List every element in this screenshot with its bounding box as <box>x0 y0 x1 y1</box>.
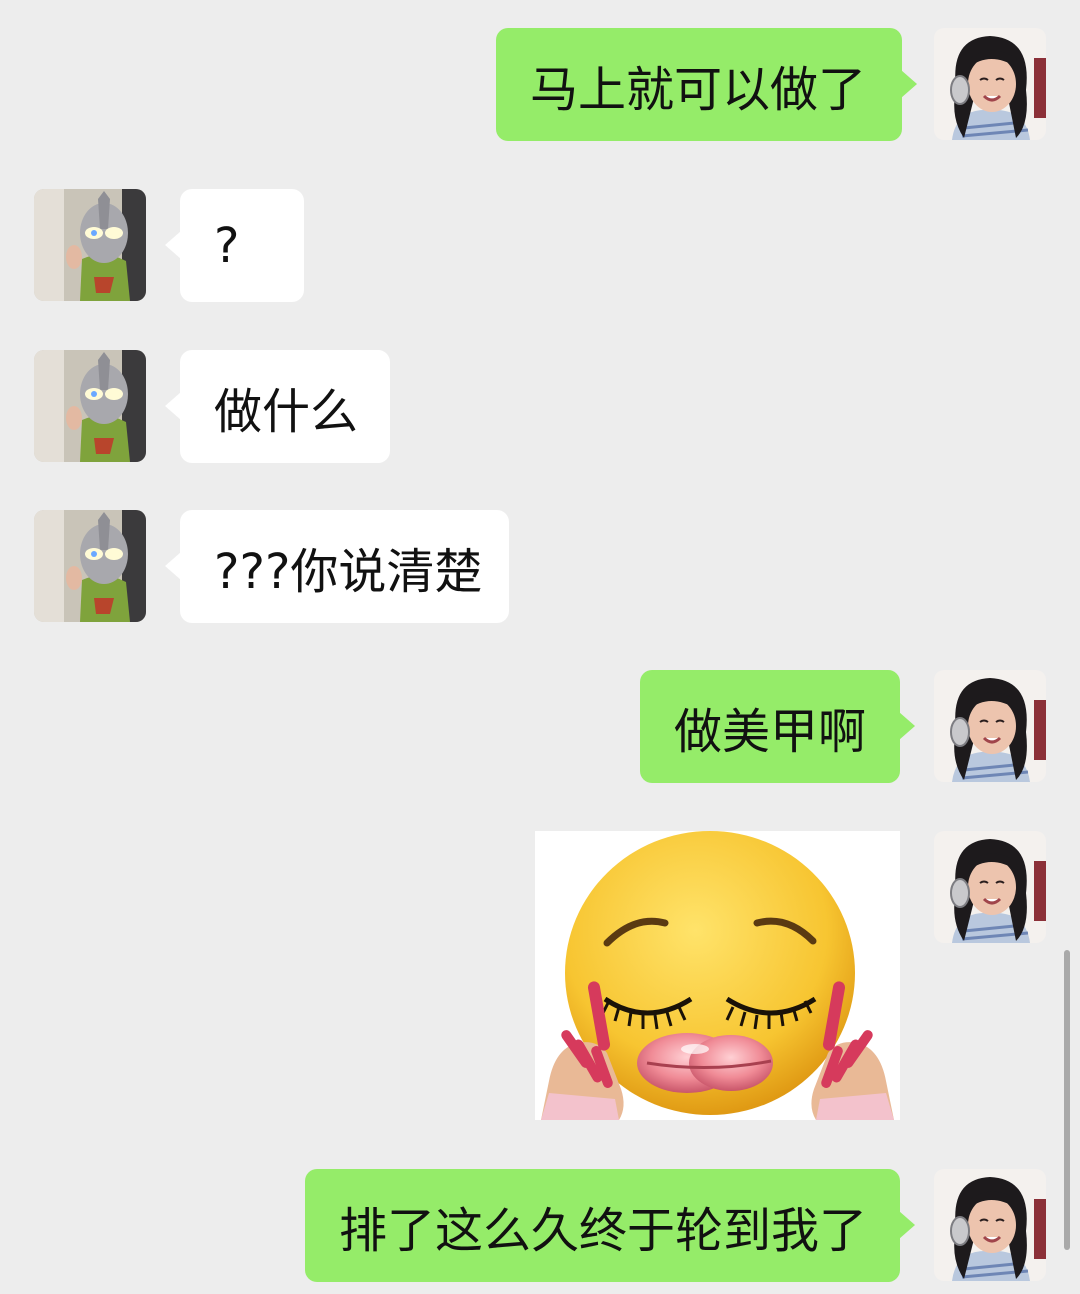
my-avatar-icon[interactable] <box>934 670 1046 782</box>
message-text: 马上就可以做了 <box>530 61 867 118</box>
contact-avatar-icon[interactable] <box>34 189 146 301</box>
contact-message-bubble[interactable]: ???你说清楚 <box>165 510 509 623</box>
my-avatar-icon[interactable] <box>934 1169 1046 1281</box>
pleading-lips-nails-face-sticker-icon[interactable] <box>535 831 900 1120</box>
my-message-bubble[interactable]: 排了这么久终于轮到我了 <box>305 1169 915 1282</box>
contact-avatar-icon[interactable] <box>34 350 146 462</box>
scrollbar[interactable] <box>1064 950 1070 1250</box>
message-text: 做美甲啊 <box>674 703 867 760</box>
contact-message-bubble[interactable]: 做什么 <box>165 350 390 463</box>
my-message-bubble[interactable]: 做美甲啊 <box>640 670 915 783</box>
message-text: 排了这么久终于轮到我了 <box>339 1202 868 1259</box>
message-text: 做什么 <box>214 383 359 440</box>
my-message-bubble[interactable]: 马上就可以做了 <box>496 28 918 141</box>
message-text: ???你说清楚 <box>214 543 483 600</box>
contact-message-bubble[interactable]: ? <box>165 189 304 302</box>
my-avatar-icon[interactable] <box>934 28 1046 140</box>
my-avatar-icon[interactable] <box>934 831 1046 943</box>
message-text: ? <box>214 217 240 274</box>
contact-avatar-icon[interactable] <box>34 510 146 622</box>
